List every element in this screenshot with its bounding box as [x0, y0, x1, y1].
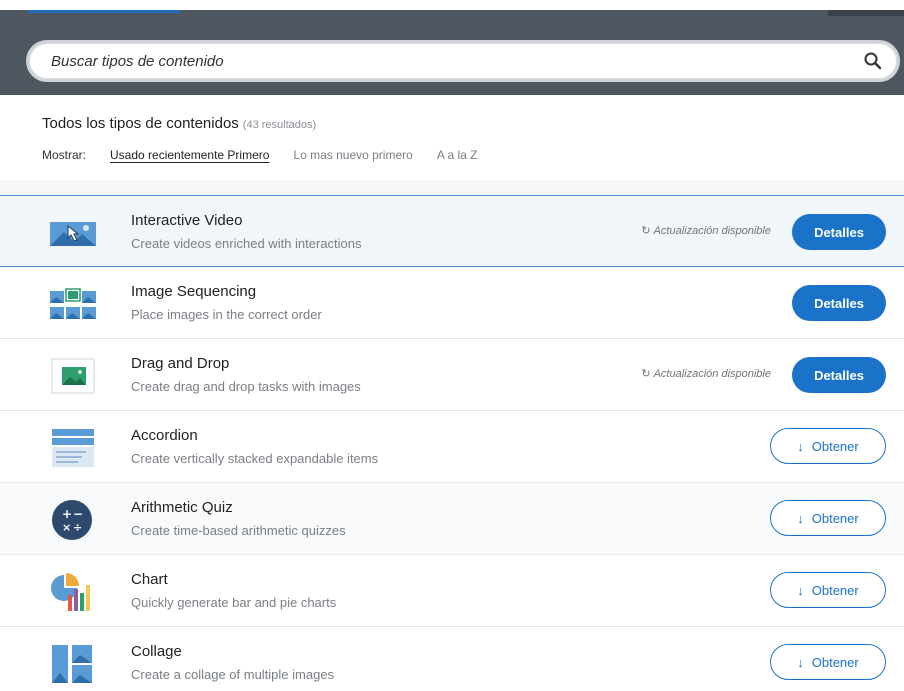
svg-text:÷: ÷ — [73, 521, 82, 534]
download-arrow-icon: ↓ — [797, 438, 804, 454]
download-arrow-icon: ↓ — [797, 654, 804, 670]
active-tab-indicator — [28, 10, 180, 13]
list-item[interactable]: Interactive Video Create videos enriched… — [0, 195, 904, 267]
item-description: Quickly generate bar and pie charts — [131, 595, 337, 610]
details-button[interactable]: Detalles — [792, 285, 886, 321]
item-title: Image Sequencing — [131, 283, 257, 300]
svg-text:×: × — [62, 521, 71, 534]
sort-options: Mostrar: Usado recientemente Primero Lo … — [42, 148, 502, 162]
get-button[interactable]: ↓ Obtener — [770, 428, 886, 464]
result-count: (43 resultados) — [242, 119, 317, 131]
item-description: Place images in the correct order — [131, 307, 322, 322]
get-button[interactable]: ↓ Obtener — [770, 500, 886, 536]
get-button-label: Obtener — [811, 438, 859, 454]
get-button[interactable]: ↓ Obtener — [770, 644, 886, 680]
item-description: Create videos enriched with interactions — [131, 236, 362, 251]
svg-text:−: − — [73, 507, 83, 521]
list-item[interactable]: Chart Quickly generate bar and pie chart… — [0, 555, 904, 627]
drag-and-drop-icon — [51, 358, 95, 394]
item-title: Accordion — [131, 427, 198, 444]
download-arrow-icon: ↓ — [797, 510, 804, 526]
search-icon[interactable] — [863, 51, 883, 71]
header-corner — [828, 10, 904, 16]
get-button-label: Obtener — [811, 582, 859, 598]
update-label: Actualización disponible — [653, 368, 771, 380]
search-input[interactable] — [51, 43, 831, 79]
refresh-icon: ↻ — [641, 368, 651, 380]
list-item[interactable]: Collage Create a collage of multiple ima… — [0, 627, 904, 691]
refresh-icon: ↻ — [641, 225, 651, 237]
sort-newest-first[interactable]: Lo mas nuevo primero — [293, 148, 412, 162]
item-title: Arithmetic Quiz — [131, 499, 233, 516]
list-item[interactable]: Accordion Create vertically stacked expa… — [0, 411, 904, 483]
heading-text: Todos los tipos de contenidos — [42, 115, 239, 132]
list-item[interactable]: Drag and Drop Create drag and drop tasks… — [0, 339, 904, 411]
arithmetic-quiz-icon: + − × ÷ — [52, 500, 92, 540]
list-item[interactable]: + − × ÷ Arithmetic Quiz Create time-base… — [0, 483, 904, 555]
accordion-icon — [52, 429, 94, 467]
sort-a-to-z[interactable]: A a la Z — [437, 148, 478, 162]
filter-area: Todos los tipos de contenidos (43 resulta… — [0, 95, 904, 180]
details-button[interactable]: Detalles — [792, 214, 886, 250]
item-description: Create time-based arithmetic quizzes — [131, 523, 346, 538]
update-available: ↻ Actualización disponible — [641, 367, 771, 380]
list-item[interactable]: Image Sequencing Place images in the cor… — [0, 267, 904, 339]
item-title: Drag and Drop — [131, 355, 230, 372]
item-title: Interactive Video — [131, 212, 243, 229]
divider — [0, 180, 904, 195]
update-available: ↻ Actualización disponible — [641, 224, 771, 237]
item-title: Chart — [131, 571, 168, 588]
content-type-list: Interactive Video Create videos enriched… — [0, 195, 904, 691]
search-bar[interactable] — [26, 40, 900, 82]
get-button[interactable]: ↓ Obtener — [770, 572, 886, 608]
top-strip — [0, 0, 904, 10]
top-header — [0, 0, 904, 95]
update-label: Actualización disponible — [653, 225, 771, 237]
collage-icon — [52, 645, 92, 683]
get-button-label: Obtener — [811, 510, 859, 526]
download-arrow-icon: ↓ — [797, 582, 804, 598]
page-title: Todos los tipos de contenidos (43 resulta… — [42, 115, 316, 132]
sort-recently-used[interactable]: Usado recientemente Primero — [110, 148, 269, 162]
get-button-label: Obtener — [811, 654, 859, 670]
item-description: Create drag and drop tasks with images — [131, 379, 361, 394]
item-description: Create a collage of multiple images — [131, 667, 335, 682]
item-description: Create vertically stacked expandable ite… — [131, 451, 379, 466]
interactive-video-icon — [50, 222, 96, 246]
chart-icon — [51, 573, 90, 611]
image-sequencing-icon — [50, 288, 96, 319]
item-title: Collage — [131, 643, 182, 660]
details-button[interactable]: Detalles — [792, 357, 886, 393]
svg-text:+: + — [62, 507, 72, 521]
show-label: Mostrar: — [42, 148, 87, 162]
